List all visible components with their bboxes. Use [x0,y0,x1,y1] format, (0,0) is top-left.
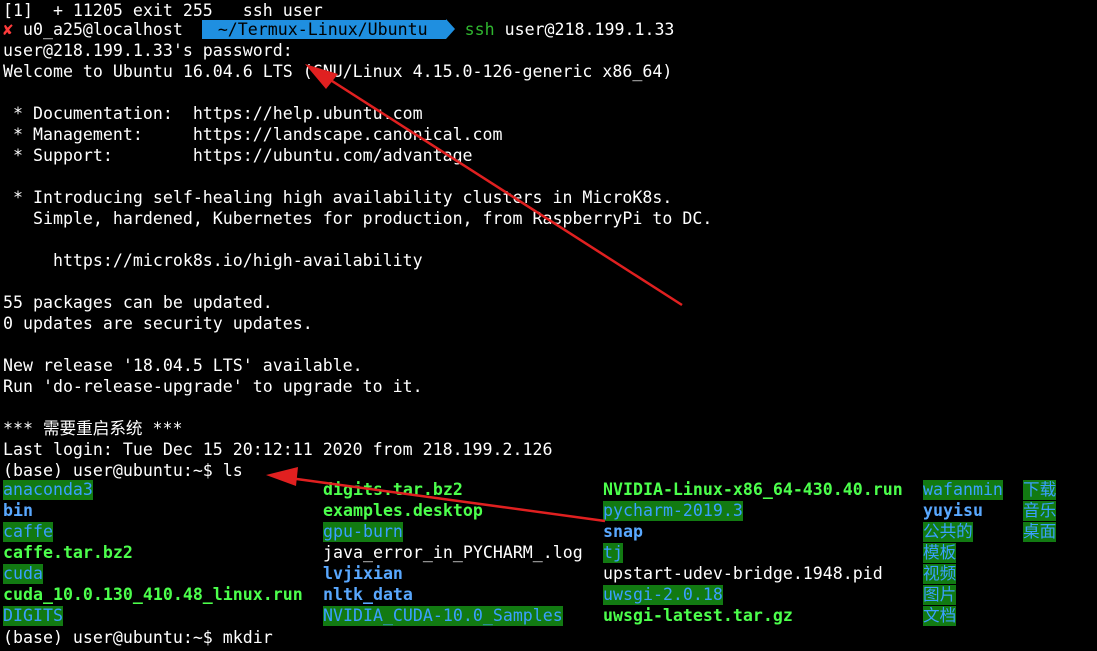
ls-entry: gpu-burn [323,522,403,542]
ls-entry: nltk_data [323,585,413,604]
motd-microk8s-text: https://microk8s.io/high-availability [3,251,423,270]
mkdir-command-line[interactable]: (base) user@ubuntu:~$ mkdir [3,627,273,648]
reboot-text: *** 需要重启系统 *** [3,419,183,438]
ls-entry: pycharm-2019.3 [603,501,743,521]
ls-entry: digits.tar.bz2 [323,480,463,499]
motd-microk8s-line: https://microk8s.io/high-availability [3,250,423,271]
ls-entry: 公共的 [923,522,973,542]
ls-entry: 图片 [923,585,957,605]
ls-entry: NVIDIA_CUDA-10.0_Samples [323,606,563,626]
ls-entry: snap [603,522,643,541]
ls-entry: upstart-udev-bridge.1948.pid [603,564,883,583]
ls-entry: cuda_10.0.130_410.48_linux.run [3,585,303,604]
ls-entry: java_error_in_PYCHARM_.log [323,543,583,562]
motd-documentation-text: * Documentation: https://help.ubuntu.com [3,104,423,123]
ls-entry: yuyisu [923,501,983,520]
motd-support-text: * Support: https://ubuntu.com/advantage [3,146,473,165]
packages-text: 55 packages can be updated. [3,293,273,312]
ls-entry: 文档 [923,606,957,626]
password-prompt-line: user@218.199.1.33's password: [3,40,293,61]
ls-entry: 视频 [923,564,957,584]
ls-entry: lvjixian [323,564,403,583]
mkdir-command-text: (base) user@ubuntu:~$ mkdir [3,628,273,647]
welcome-text: Welcome to Ubuntu 16.04.6 LTS (GNU/Linux… [3,62,673,81]
prompt-host: u0_a25@localhost [13,20,193,39]
password-prompt-text: user@218.199.1.33's password: [3,41,293,60]
prompt-path: ~/Termux-Linux/Ubuntu [201,20,446,39]
last-login-line: Last login: Tue Dec 15 20:12:11 2020 fro… [3,439,552,460]
ls-entry: 桌面 [1023,522,1057,542]
motd-documentation-line: * Documentation: https://help.ubuntu.com [3,103,423,124]
job-status-text: [1] + 11205 exit 255 ssh user [3,1,323,20]
motd-management-text: * Management: https://landscape.canonica… [3,125,503,144]
terminal-window[interactable]: [1] + 11205 exit 255 ssh user ✘ u0_a25@l… [3,0,1097,651]
upgrade-line: Run 'do-release-upgrade' to upgrade to i… [3,376,423,397]
ls-command-line: (base) user@ubuntu:~$ ls [3,460,243,481]
release-line: New release '18.04.5 LTS' available. [3,355,363,376]
ls-entry: caffe.tar.bz2 [3,543,133,562]
ls-entry: bin [3,501,33,520]
ls-entry: 模板 [923,543,957,563]
ls-entry: DIGITS [3,606,63,626]
security-text: 0 updates are security updates. [3,314,313,333]
local-prompt-line: ✘ u0_a25@localhost ~/Termux-Linux/Ubuntu… [3,19,674,40]
last-login-text: Last login: Tue Dec 15 20:12:11 2020 fro… [3,440,553,459]
ls-command-text: (base) user@ubuntu:~$ ls [3,461,243,480]
upgrade-text: Run 'do-release-upgrade' to upgrade to i… [3,377,423,396]
ssh-target: user@218.199.1.33 [494,20,675,39]
prompt-path-arrow-icon [445,19,455,39]
security-line: 0 updates are security updates. [3,313,313,334]
packages-line: 55 packages can be updated. [3,292,273,313]
ls-entry: 音乐 [1023,501,1057,521]
motd-intro-line-2: Simple, hardened, Kubernetes for product… [3,208,712,229]
motd-support-line: * Support: https://ubuntu.com/advantage [3,145,473,166]
motd-intro-text-2: Simple, hardened, Kubernetes for product… [3,209,713,228]
motd-intro-line-1: * Introducing self-healing high availabi… [3,187,672,208]
reboot-line: *** 需要重启系统 *** [3,418,182,439]
ls-entry: wafanmin [923,480,1003,500]
prompt-separator-icon [192,19,202,39]
ls-entry: uwsgi-latest.tar.gz [603,606,793,625]
motd-intro-text-1: * Introducing self-healing high availabi… [3,188,673,207]
ls-entry: cuda [3,564,43,584]
ls-entry: 下载 [1023,480,1057,500]
ls-entry: anaconda3 [3,480,93,500]
ssh-command: ssh [464,20,495,39]
job-status-line: [1] + 11205 exit 255 ssh user [3,0,323,21]
motd-management-line: * Management: https://landscape.canonica… [3,124,503,145]
ls-entry: examples.desktop [323,501,483,520]
release-text: New release '18.04.5 LTS' available. [3,356,363,375]
welcome-line: Welcome to Ubuntu 16.04.6 LTS (GNU/Linux… [3,61,672,82]
ls-entry: uwsgi-2.0.18 [603,585,723,605]
error-x-icon: ✘ [3,20,13,39]
ls-entry: caffe [3,522,53,542]
ls-entry: NVIDIA-Linux-x86_64-430.40.run [603,480,903,499]
ls-entry: tj [603,543,623,563]
ls-output-grid: anaconda3 bin caffe caffe.tar.bz2 cuda c… [3,480,1097,627]
